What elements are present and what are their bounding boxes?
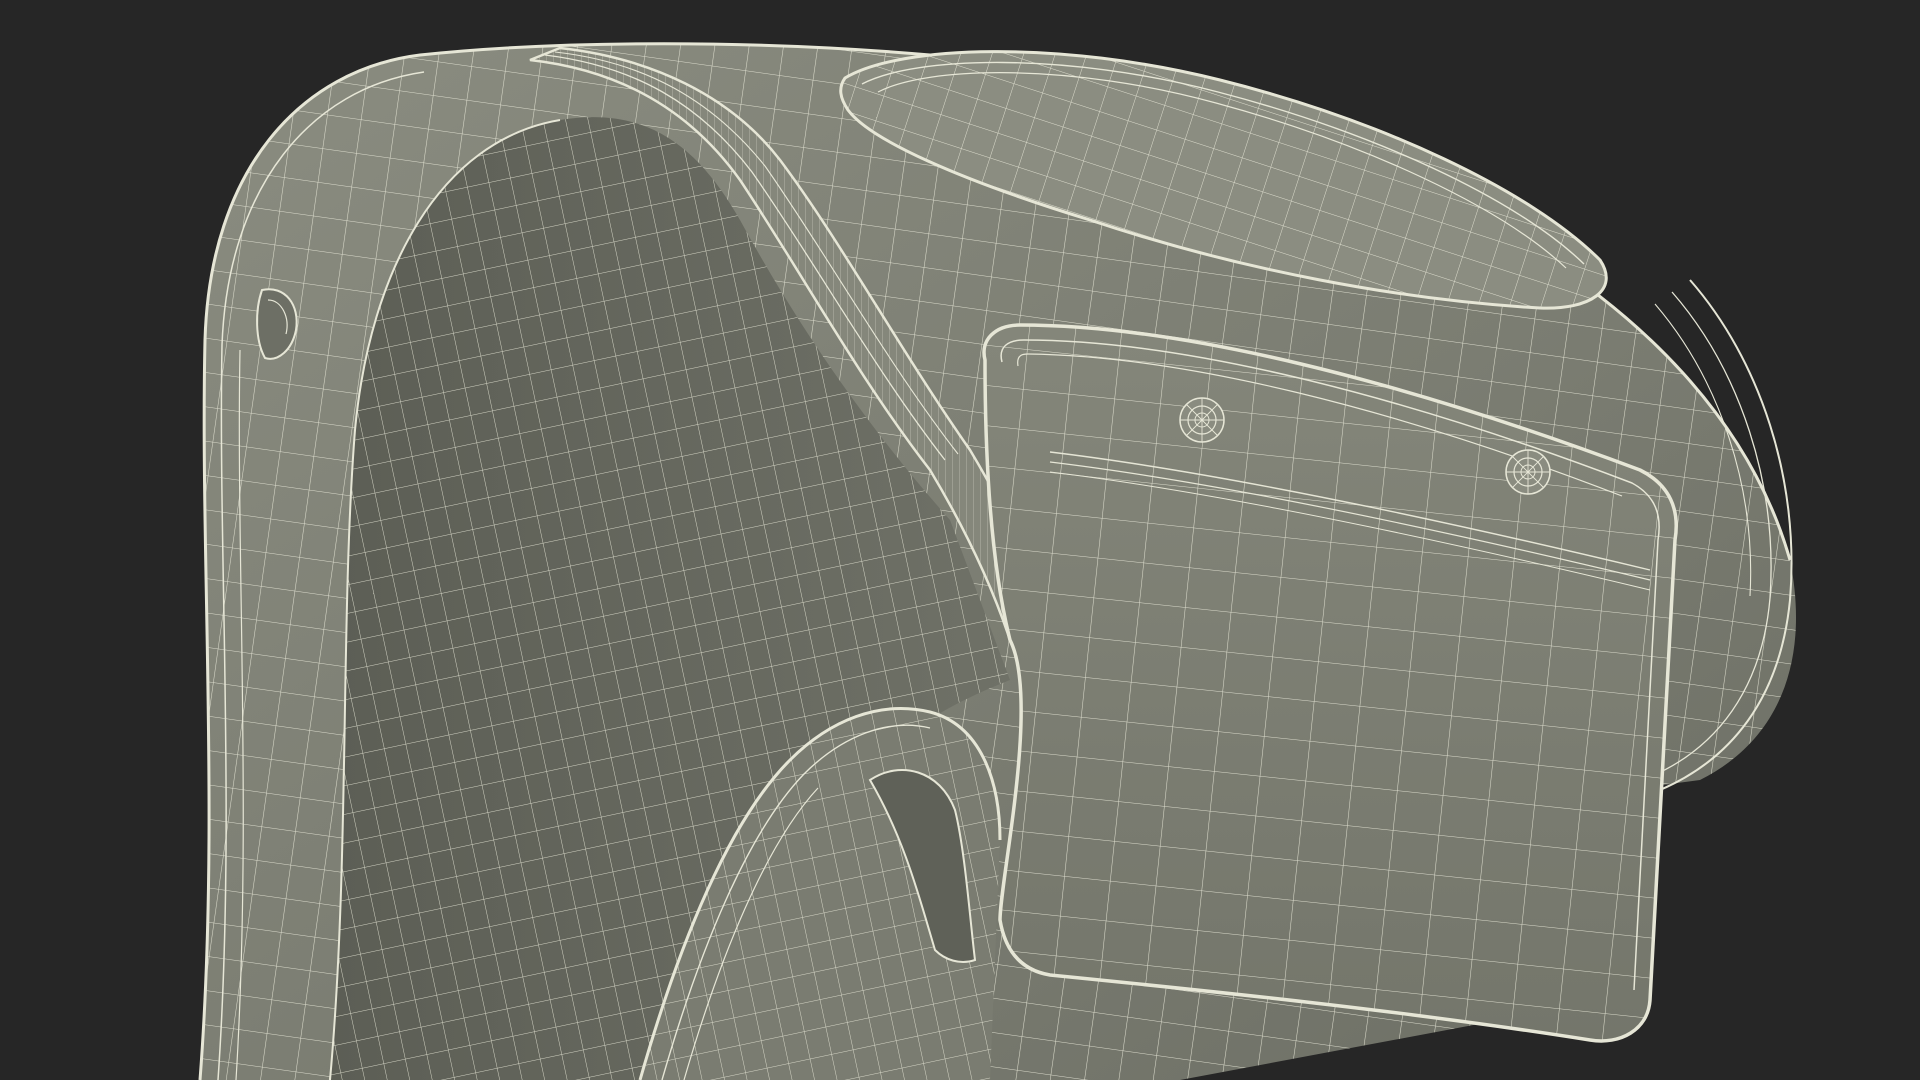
rivet-left (1179, 397, 1225, 443)
render-viewport (0, 0, 1920, 1080)
wireframe-scene (198, 42, 1796, 1080)
rivet-right (1505, 449, 1551, 495)
